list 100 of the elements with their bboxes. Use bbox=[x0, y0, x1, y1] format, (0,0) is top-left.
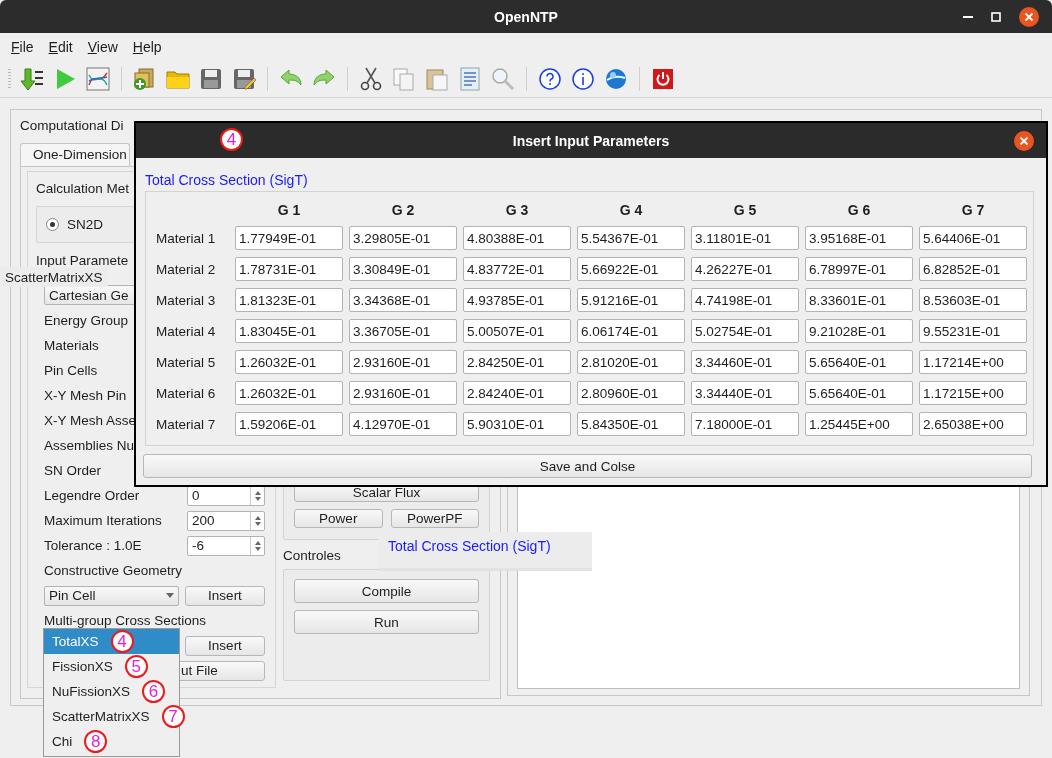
value-field[interactable]: 3.36705E-01 bbox=[349, 319, 457, 343]
value-field[interactable]: 4.26227E-01 bbox=[691, 257, 799, 281]
scissors-icon[interactable] bbox=[359, 66, 383, 91]
spin-box[interactable]: 0 bbox=[187, 485, 265, 506]
value-field[interactable]: 4.93785E-01 bbox=[463, 288, 571, 312]
value-field[interactable]: 2.80960E-01 bbox=[577, 381, 685, 405]
dropdown-option[interactable]: Chi bbox=[52, 734, 73, 749]
value-field[interactable]: 5.54367E-01 bbox=[577, 226, 685, 250]
value-field[interactable]: 1.26032E-01 bbox=[235, 381, 343, 405]
result-button[interactable]: Power bbox=[294, 509, 383, 528]
value-field[interactable]: 4.74198E-01 bbox=[691, 288, 799, 312]
value-field[interactable]: 2.65038E+00 bbox=[919, 412, 1027, 436]
row-label: Material 4 bbox=[156, 323, 217, 339]
value-field[interactable]: 6.82852E-01 bbox=[919, 257, 1027, 281]
chart-icon[interactable] bbox=[86, 66, 110, 91]
value-field[interactable]: 1.25445E+00 bbox=[805, 412, 913, 436]
value-field[interactable]: 1.78731E-01 bbox=[235, 257, 343, 281]
value-field[interactable]: 8.53603E-01 bbox=[919, 288, 1027, 312]
spin-arrows-icon[interactable] bbox=[253, 514, 262, 527]
document-icon[interactable] bbox=[458, 66, 482, 91]
spin-box[interactable]: -6 bbox=[187, 535, 265, 556]
power-icon[interactable] bbox=[651, 66, 675, 91]
folder-add-icon[interactable] bbox=[133, 66, 157, 91]
radio-button[interactable] bbox=[46, 218, 59, 231]
geometry-dropdown[interactable]: Pin Cell bbox=[44, 585, 179, 606]
value-field[interactable]: 1.77949E-01 bbox=[235, 226, 343, 250]
value-field[interactable]: 1.59206E-01 bbox=[235, 412, 343, 436]
column-header: G 4 bbox=[618, 202, 644, 218]
field-label: Maximum Iterations bbox=[44, 512, 162, 529]
control-button[interactable]: Run bbox=[294, 610, 479, 634]
value-field[interactable]: 4.12970E-01 bbox=[349, 412, 457, 436]
control-button[interactable]: Compile bbox=[294, 579, 479, 603]
value-field[interactable]: 2.81020E-01 bbox=[577, 350, 685, 374]
value-field[interactable]: 5.65640E-01 bbox=[805, 381, 913, 405]
value-field[interactable]: 6.06174E-01 bbox=[577, 319, 685, 343]
column-header: G 5 bbox=[732, 202, 758, 218]
value-field[interactable]: 3.34368E-01 bbox=[349, 288, 457, 312]
value-field[interactable]: 1.17215E+00 bbox=[919, 381, 1027, 405]
menu-item[interactable]: Help bbox=[132, 38, 162, 55]
value-field[interactable]: 5.64406E-01 bbox=[919, 226, 1027, 250]
dropdown-option[interactable]: NuFissionXS bbox=[52, 684, 131, 699]
maximize-icon[interactable] bbox=[991, 11, 1001, 22]
value-field[interactable]: 4.83772E-01 bbox=[463, 257, 571, 281]
value-field[interactable]: 9.21028E-01 bbox=[805, 319, 913, 343]
value-field[interactable]: 3.30849E-01 bbox=[349, 257, 457, 281]
row-label: Material 7 bbox=[156, 416, 217, 432]
value-field[interactable]: 3.34460E-01 bbox=[691, 350, 799, 374]
globe-icon[interactable] bbox=[604, 66, 628, 91]
value-field[interactable]: 1.17214E+00 bbox=[919, 350, 1027, 374]
section-title: Total Cross Section (SigT) bbox=[388, 538, 551, 554]
group-title: Computational Di bbox=[20, 118, 124, 135]
value-field[interactable]: 2.93160E-01 bbox=[349, 350, 457, 374]
value-field[interactable]: 9.55231E-01 bbox=[919, 319, 1027, 343]
value-field[interactable]: 2.84250E-01 bbox=[463, 350, 571, 374]
value-field[interactable]: 1.83045E-01 bbox=[235, 319, 343, 343]
dropdown-option[interactable]: FissionXS bbox=[52, 659, 113, 674]
floppy-pencil-icon[interactable] bbox=[232, 66, 256, 91]
row-label: Material 3 bbox=[156, 292, 217, 308]
menu-item[interactable]: File bbox=[11, 38, 34, 55]
close-icon[interactable] bbox=[1014, 131, 1034, 151]
value-field[interactable]: 6.78997E-01 bbox=[805, 257, 913, 281]
value-field[interactable]: 1.26032E-01 bbox=[235, 350, 343, 374]
dropdown-option[interactable]: ScatterMatrixXS bbox=[52, 709, 150, 724]
close-icon[interactable] bbox=[1019, 6, 1039, 27]
save-button[interactable]: Save and Colse bbox=[143, 454, 1032, 478]
menu-item[interactable]: View bbox=[87, 38, 118, 55]
value-field[interactable]: 2.93160E-01 bbox=[349, 381, 457, 405]
value-field[interactable]: 5.91216E-01 bbox=[577, 288, 685, 312]
value-field[interactable]: 3.29805E-01 bbox=[349, 226, 457, 250]
save-icon[interactable] bbox=[199, 66, 223, 91]
value-field[interactable]: 1.81323E-01 bbox=[235, 288, 343, 312]
row-label: Material 5 bbox=[156, 354, 217, 370]
value-field[interactable]: 5.84350E-01 bbox=[577, 412, 685, 436]
result-button[interactable]: PowerPF bbox=[390, 509, 479, 528]
spin-arrows-icon[interactable] bbox=[253, 489, 262, 502]
value-field[interactable]: 5.90310E-01 bbox=[463, 412, 571, 436]
menu-item[interactable]: Edit bbox=[48, 38, 73, 55]
tab[interactable]: One-Dimension bbox=[20, 143, 130, 166]
value-field[interactable]: 3.34440E-01 bbox=[691, 381, 799, 405]
insert-button[interactable]: Insert bbox=[185, 635, 265, 656]
field-label: X-Y Mesh Pin bbox=[44, 387, 127, 404]
value-field[interactable]: 5.65640E-01 bbox=[805, 350, 913, 374]
value-field[interactable]: 5.00507E-01 bbox=[463, 319, 571, 343]
value-field[interactable]: 5.02754E-01 bbox=[691, 319, 799, 343]
arrow-down-icon[interactable] bbox=[20, 66, 44, 91]
value-field[interactable]: 8.33601E-01 bbox=[805, 288, 913, 312]
value-field[interactable]: 2.84240E-01 bbox=[463, 381, 571, 405]
field-label: SN Order bbox=[44, 462, 101, 479]
spin-box[interactable]: 200 bbox=[187, 510, 265, 531]
value-field[interactable]: 7.18000E-01 bbox=[691, 412, 799, 436]
value-field[interactable]: 3.11801E-01 bbox=[691, 226, 799, 250]
section-label: Multi-group Cross Sections bbox=[44, 612, 207, 629]
help-icon[interactable] bbox=[538, 66, 562, 91]
value-field[interactable]: 5.66922E-01 bbox=[577, 257, 685, 281]
value-field[interactable]: 4.80388E-01 bbox=[463, 226, 571, 250]
insert-button[interactable]: Insert bbox=[185, 585, 265, 606]
value-field[interactable]: 3.95168E-01 bbox=[805, 226, 913, 250]
dropdown-option[interactable]: TotalXS bbox=[52, 634, 99, 649]
spin-arrows-icon[interactable] bbox=[253, 539, 262, 552]
info-icon[interactable] bbox=[571, 66, 595, 91]
